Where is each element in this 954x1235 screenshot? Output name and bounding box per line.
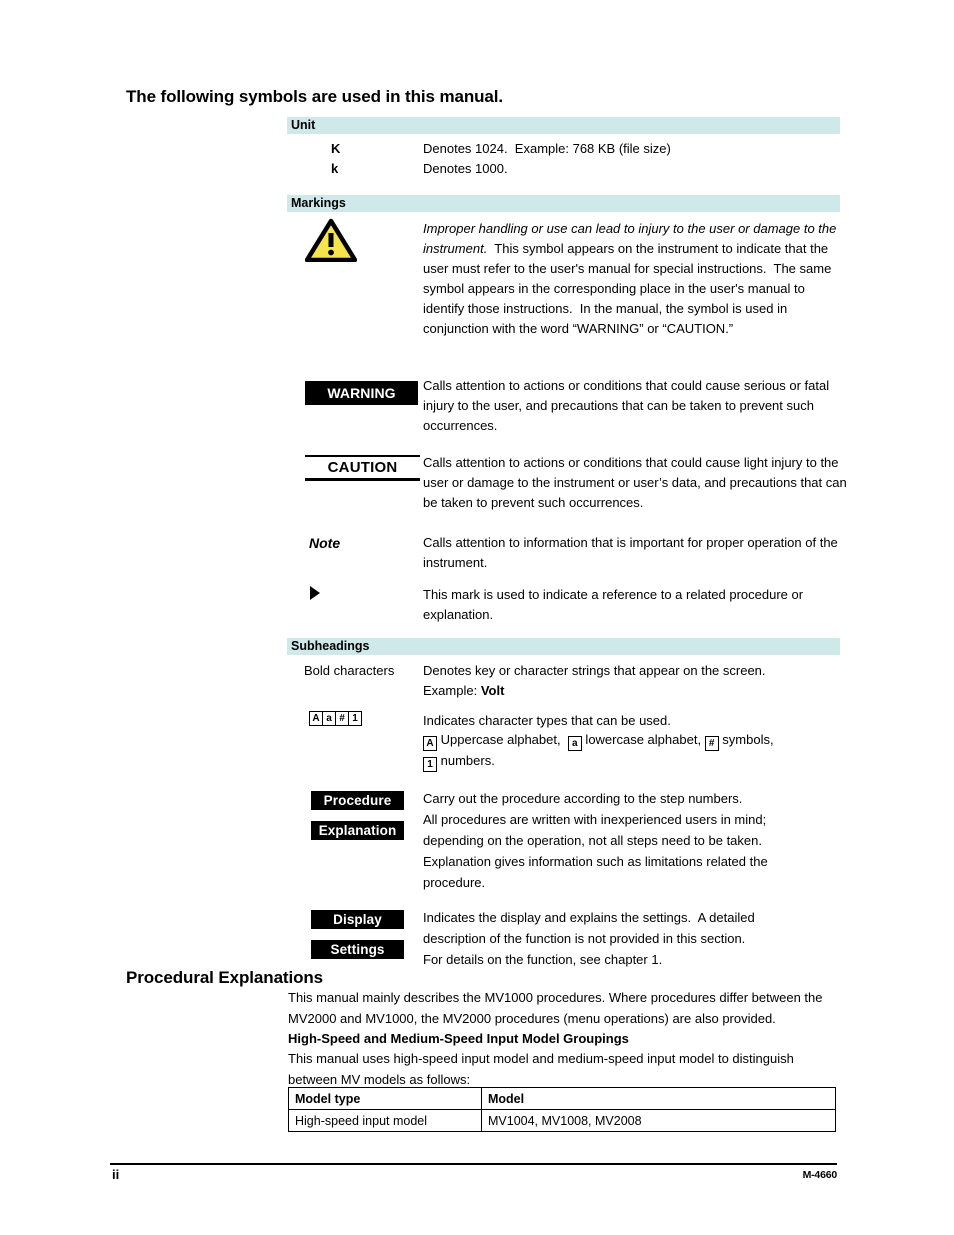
- procedural-body: This manual uses high-speed input model …: [288, 1051, 798, 1087]
- warning-triangle-icon: [305, 218, 357, 262]
- bold-characters-label: Bold characters: [304, 663, 395, 678]
- inline-box-symbol: #: [704, 736, 719, 751]
- section-band-unit-label: Unit: [291, 118, 316, 132]
- reference-description: This mark is used to indicate a referenc…: [423, 587, 807, 622]
- section-band-markings: Markings: [287, 195, 840, 212]
- unit-desc-k: Denotes 1000.: [423, 161, 508, 176]
- model-groupings-table: Model type Model High-speed input model …: [288, 1087, 836, 1132]
- caution-chip-label: CAUTION: [327, 459, 398, 476]
- table-cell-model: MV1004, MV1008, MV2008: [481, 1109, 836, 1132]
- inline-box-lowercase: a: [567, 736, 582, 751]
- procedure-chip: Procedure: [311, 791, 404, 810]
- table-row: High-speed input model MV1004, MV1008, M…: [288, 1109, 836, 1132]
- procedural-explanations-title: Procedural Explanations: [126, 968, 324, 987]
- char-types-desc-line1: Indicates character types that can be us…: [423, 713, 671, 728]
- table-header-model-type: Model type: [288, 1087, 482, 1110]
- right-triangle-arrow-icon: [310, 586, 320, 600]
- warning-description: Calls attention to actions or conditions…: [423, 378, 833, 433]
- char-types-desc-line3: 1 numbers.: [423, 751, 848, 772]
- character-type-box-number: 1: [352, 713, 358, 724]
- manual-page: The following symbols are used in this m…: [0, 0, 954, 1235]
- inline-box-number: 1: [423, 757, 437, 772]
- bold-characters-desc-line2: Example: Volt: [423, 681, 848, 701]
- inline-text-symbol: symbols,: [718, 732, 774, 747]
- table-cell-model-type: High-speed input model: [288, 1109, 482, 1132]
- footer-page-number: ii: [112, 1167, 120, 1182]
- char-types-desc-line2: A Uppercase alphabet, a lowercase alphab…: [423, 730, 848, 751]
- table-header-row: Model type Model: [288, 1087, 836, 1110]
- inline-text-lowercase: lowercase alphabet,: [581, 732, 705, 747]
- unit-term-k: k: [331, 161, 339, 176]
- explanation-chip: Explanation: [311, 821, 404, 840]
- character-type-box-uppercase: A: [310, 712, 323, 725]
- inline-text-number: numbers.: [437, 753, 495, 768]
- inline-text-uppercase: Uppercase alphabet,: [437, 732, 568, 747]
- bold-characters-example-prefix: Example:: [423, 683, 481, 698]
- caution-chip: CAUTION: [305, 455, 420, 481]
- settings-chip: Settings: [311, 940, 404, 959]
- section-band-markings-label: Markings: [291, 196, 346, 210]
- section-band-subheadings-label: Subheadings: [291, 639, 370, 653]
- warning-chip: WARNING: [305, 381, 418, 405]
- section-band-unit: Unit: [287, 117, 840, 134]
- display-description: Indicates the display and explains the s…: [423, 910, 755, 967]
- character-type-box-symbol: #: [336, 712, 349, 725]
- character-type-box-lowercase: a: [323, 712, 336, 725]
- footer-document-code: M-4660: [802, 1169, 838, 1181]
- note-description: Calls attention to information that is i…: [423, 535, 842, 570]
- display-chip: Display: [311, 910, 404, 929]
- unit-term-K: K: [331, 141, 341, 156]
- inline-box-uppercase: A: [423, 736, 437, 751]
- procedural-intro: This manual mainly describes the MV1000 …: [288, 990, 827, 1026]
- caution-description: Calls attention to actions or conditions…: [423, 455, 851, 510]
- character-type-box-group: A a # 1: [309, 711, 362, 726]
- page-title: The following symbols are used in this m…: [126, 87, 504, 106]
- markings-triangle-description: Improper handling or use can lead to inj…: [423, 219, 848, 339]
- bold-characters-desc-line1: Denotes key or character strings that ap…: [423, 663, 766, 678]
- note-label: Note: [309, 535, 341, 551]
- bold-characters-example-value: Volt: [480, 683, 505, 698]
- procedural-subheading: High-Speed and Medium-Speed Input Model …: [288, 1031, 629, 1046]
- footer-divider: [110, 1163, 837, 1165]
- table-header-model: Model: [481, 1087, 836, 1110]
- unit-desc-K: Denotes 1024. Example: 768 KB (file size…: [423, 141, 671, 156]
- caution-rule-bottom: [305, 478, 420, 481]
- section-band-subheadings: Subheadings: [287, 638, 840, 655]
- procedure-description: Carry out the procedure according to the…: [423, 791, 768, 890]
